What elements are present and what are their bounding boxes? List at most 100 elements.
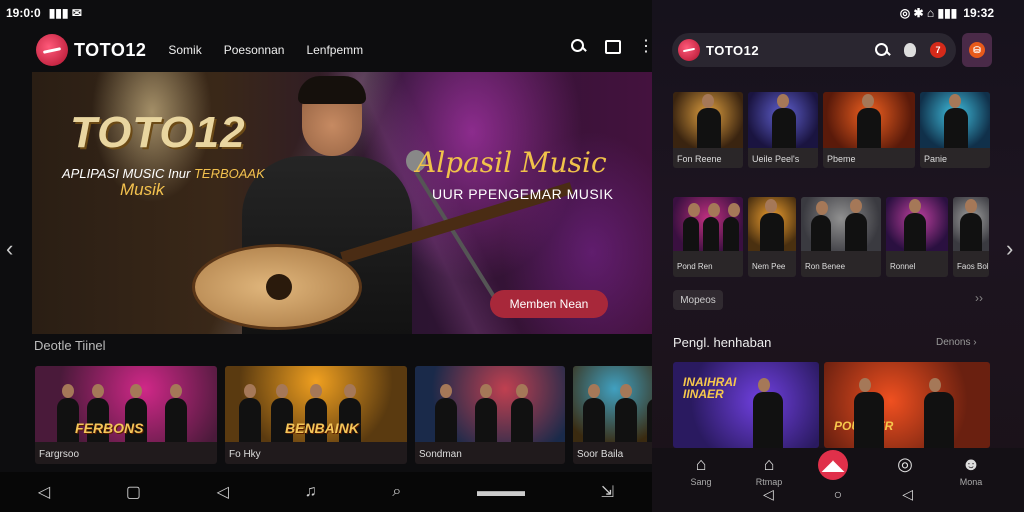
status-icons: ▮▮▮ ✉ [48, 6, 82, 20]
nav-home[interactable]: ⌂ Sang [676, 454, 726, 487]
back-icon[interactable]: ◁ [38, 482, 50, 502]
featured-card[interactable]: POUNEER [824, 362, 990, 448]
brand-name: TOTO12 [74, 39, 147, 60]
card-label: Pbeme [827, 154, 856, 164]
search-icon[interactable]: ⌕ [392, 483, 401, 501]
carousel-prev-icon[interactable]: ‹ [6, 236, 13, 262]
hero-banner[interactable]: TOTO12 APLIPASI MUSIC Inur TERBOAAK Musi… [32, 72, 652, 334]
nav-profile[interactable]: ☻ Mona [946, 454, 996, 487]
back-alt-icon[interactable]: ◁ [217, 482, 229, 502]
handle-icon[interactable]: ▬▬▬ [477, 483, 525, 501]
cart-icon: ⛁ [969, 42, 985, 58]
see-all-link[interactable]: Denons › [936, 337, 977, 348]
hero-title: TOTO12 [70, 108, 246, 157]
card-artwork [748, 92, 818, 148]
brand-logo-icon [678, 39, 700, 61]
message-icon[interactable] [604, 38, 621, 54]
brand-logo-icon[interactable] [36, 34, 68, 66]
app-actions [570, 36, 652, 56]
hero-cta-button[interactable]: Memben Nean [490, 290, 608, 318]
hero-subtitle-line2: Musik [120, 180, 165, 199]
system-nav-bar: ◁ ○ ◁ [652, 486, 1024, 510]
nav-item-poesonnan[interactable]: Poesonnan [224, 43, 285, 57]
hero-script-text: Alpasil Music [416, 146, 607, 179]
music-card[interactable]: Soor Baila [573, 366, 652, 464]
card-label: Sondman [419, 449, 462, 460]
music-card[interactable]: Ronnel [886, 197, 948, 277]
featured-grid: Fon Reene Ueile Peel's Pbeme Panie [673, 92, 990, 168]
hero-subtitle: APLIPASI MUSIC Inur TERBOAAK [62, 166, 265, 181]
card-label: Fon Reene [677, 154, 722, 164]
music-card[interactable]: Nem Pee [748, 197, 796, 277]
section-title: Pengl. henhaban [673, 335, 772, 350]
nav-map[interactable]: ⌂ Rtmap [744, 454, 794, 487]
more-arrow-icon[interactable]: ›› [975, 291, 983, 305]
card-label: Faos Bolo [957, 262, 989, 271]
card-artwork [673, 92, 743, 148]
card-artwork [953, 197, 989, 251]
nav-discover[interactable]: ◎ [880, 454, 930, 477]
nav-item-somik[interactable]: Somik [168, 43, 201, 57]
music-icon[interactable]: ♫ [305, 483, 317, 501]
left-panel: 19:0:0 ▮▮▮ ✉ TOTO12 Somik Poesonnan Lenf… [0, 0, 652, 512]
card-artwork [748, 197, 796, 251]
home-circle-icon[interactable]: ○ [834, 486, 842, 510]
card-artwork [823, 92, 915, 148]
music-card[interactable]: Faos Bolo [953, 197, 989, 277]
recents-icon[interactable]: ▢ [126, 482, 141, 502]
music-card[interactable]: Sondman [415, 366, 565, 464]
section-title: Deotle Tiinel [34, 338, 106, 353]
more-button[interactable]: Mopeos [673, 290, 723, 310]
status-time: 19:0:0 [6, 6, 41, 20]
home-icon: ⌂ [695, 454, 707, 474]
music-card[interactable]: Fon Reene [673, 92, 743, 168]
search-bar[interactable]: TOTO12 7 [672, 33, 956, 67]
carousel-next-icon[interactable]: › [1006, 236, 1013, 262]
card-label: Pond Ren [677, 262, 713, 271]
card-label: Ron Benee [805, 262, 846, 271]
music-card-row: FERBONS Fargrsoo BENBAINK Fo Hky Sondman… [35, 366, 652, 464]
back-icon[interactable]: ◁ [763, 486, 774, 510]
featured-card[interactable]: INAIHRAI IINAER [673, 362, 819, 448]
notification-badge[interactable]: 7 [930, 42, 946, 58]
center-action-button[interactable]: ◢◣ [818, 450, 848, 480]
music-card[interactable]: Pond Ren [673, 197, 743, 277]
expand-icon[interactable]: ⇲ [601, 482, 614, 502]
card-artwork: BENBAINK [225, 366, 407, 442]
top-nav: Somik Poesonnan Lenfpemm [168, 43, 385, 57]
music-card[interactable]: Ueile Peel's [748, 92, 818, 168]
status-time: 19:32 [963, 6, 994, 20]
card-label: Fargrsoo [39, 449, 80, 460]
status-bar: ◎ ✱ ⌂ ▮▮▮ 19:32 [894, 0, 994, 26]
music-card[interactable]: Ron Benee [801, 197, 881, 277]
music-card[interactable]: FERBONS Fargrsoo [35, 366, 217, 464]
brand-name: TOTO12 [706, 42, 760, 58]
music-card[interactable]: BENBAINK Fo Hky [225, 366, 407, 464]
artist-grid: Pond Ren Nem Pee Ron Benee Ronnel Faos B… [673, 197, 989, 277]
card-label: Panie [924, 154, 948, 164]
music-card[interactable]: Panie [920, 92, 990, 168]
house-icon: ⌂ [763, 454, 775, 474]
nav-item-lenfpemm[interactable]: Lenfpemm [306, 43, 363, 57]
recents-icon[interactable]: ◁ [902, 486, 913, 510]
card-artwork [920, 92, 990, 148]
app-bar: TOTO12 Somik Poesonnan Lenfpemm [0, 28, 652, 72]
card-label: Soor Baila [577, 449, 624, 460]
card-label: Fo Hky [229, 449, 261, 460]
bulb-icon[interactable] [904, 43, 916, 57]
more-options-icon[interactable] [638, 36, 652, 56]
card-label: Nem Pee [752, 262, 786, 271]
disc-icon: ◎ [897, 454, 913, 474]
card-artwork [673, 197, 743, 251]
search-icon[interactable] [874, 42, 890, 58]
status-icons: ◎ ✱ ⌂ ▮▮▮ [899, 6, 958, 20]
status-bar: 19:0:0 ▮▮▮ ✉ [6, 0, 82, 26]
cart-button[interactable]: ⛁ [962, 33, 992, 67]
hero-tagline: UUR PPENGEMAR MUSIK [432, 186, 614, 202]
music-card[interactable]: Pbeme [823, 92, 915, 168]
system-nav-bar: ◁ ▢ ◁ ♫ ⌕ ▬▬▬ ⇲ [0, 472, 652, 512]
search-icon[interactable] [570, 38, 586, 54]
card-artwork [801, 197, 881, 251]
person-icon: ☻ [961, 454, 981, 474]
card-label: Ueile Peel's [752, 154, 800, 164]
